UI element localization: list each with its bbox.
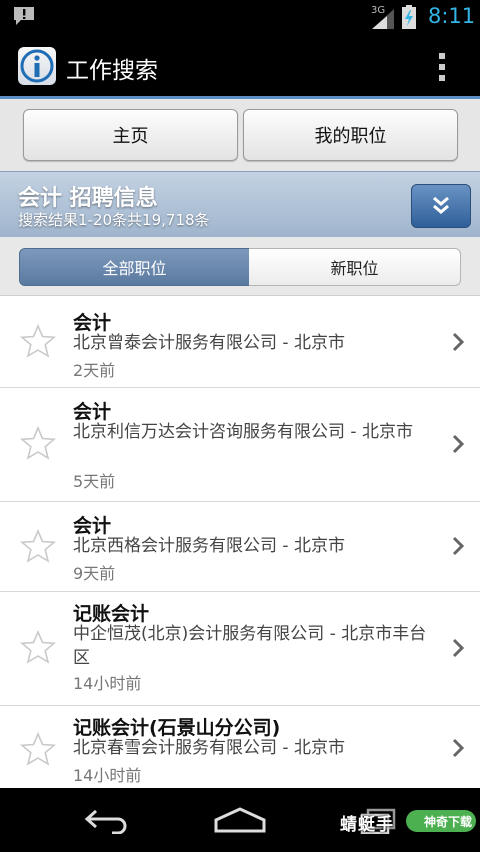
star-icon[interactable]	[20, 426, 56, 460]
signal-icon	[372, 9, 394, 29]
job-age: 5天前	[73, 472, 116, 491]
job-company: 北京曾泰会计服务有限公司 - 北京市	[73, 333, 345, 353]
action-bar: 工作搜索	[0, 34, 480, 99]
tab-all-jobs[interactable]: 全部职位	[19, 248, 250, 286]
job-filter-tabs: 全部职位 新职位	[0, 237, 480, 296]
chevron-right-icon	[452, 536, 465, 556]
clock: 8:11	[428, 4, 476, 28]
status-bar: 3G 8:11	[0, 0, 480, 34]
job-list-item[interactable]: 会计 北京利信万达会计咨询服务有限公司 - 北京市 5天前	[0, 388, 480, 502]
my-jobs-button[interactable]: 我的职位	[243, 109, 458, 161]
app-title: 工作搜索	[66, 58, 158, 84]
chevron-right-icon	[452, 638, 465, 658]
star-icon[interactable]	[20, 529, 56, 563]
system-nav-bar: 蜻蜓手 神奇下载	[0, 788, 480, 852]
job-age: 14小时前	[73, 766, 142, 785]
watermark-badge-text: 神奇下载	[424, 815, 473, 829]
chevron-right-icon	[452, 332, 465, 352]
results-header: 会计 招聘信息 搜索结果1-20条共19,718条	[0, 171, 480, 239]
job-company: 北京西格会计服务有限公司 - 北京市	[73, 536, 345, 556]
results-summary: 搜索结果1-20条共19,718条	[18, 211, 210, 229]
home-icon[interactable]	[214, 807, 266, 833]
job-list-item[interactable]: 会计 北京曾泰会计服务有限公司 - 北京市 2天前	[0, 296, 480, 388]
watermark-badge: 神奇下载	[406, 810, 476, 832]
job-age: 14小时前	[73, 674, 142, 693]
star-icon[interactable]	[20, 630, 56, 664]
star-icon[interactable]	[20, 324, 56, 358]
job-age: 9天前	[73, 564, 116, 583]
home-button[interactable]: 主页	[23, 109, 238, 161]
nav-button-bar: 主页 我的职位	[0, 99, 480, 171]
job-list-item[interactable]: 会计 北京西格会计服务有限公司 - 北京市 9天前	[0, 502, 480, 592]
job-list: 会计 北京曾泰会计服务有限公司 - 北京市 2天前 会计 北京利信万达会计咨询服…	[0, 296, 480, 788]
expand-filters-button[interactable]	[411, 184, 471, 228]
battery-icon	[402, 5, 416, 29]
watermark: 蜻蜓手 神奇下载	[338, 802, 476, 842]
tab-new-jobs[interactable]: 新职位	[249, 248, 461, 286]
back-icon[interactable]	[84, 808, 130, 834]
job-age: 2天前	[73, 361, 116, 380]
app-logo-icon	[18, 47, 56, 85]
job-company: 中企恒茂(北京)会计服务有限公司 - 北京市丰台区	[73, 624, 427, 668]
notification-icon	[14, 7, 34, 25]
job-company: 北京利信万达会计咨询服务有限公司 - 北京市	[73, 422, 413, 442]
results-title: 会计 招聘信息	[18, 186, 158, 211]
overflow-menu-icon[interactable]	[434, 51, 450, 83]
watermark-text: 蜻蜓手	[340, 815, 394, 835]
job-company: 北京春雪会计服务有限公司 - 北京市	[73, 738, 345, 758]
job-list-item[interactable]: 记账会计 中企恒茂(北京)会计服务有限公司 - 北京市丰台区 14小时前	[0, 592, 480, 706]
chevron-right-icon	[452, 434, 465, 454]
job-list-item[interactable]: 记账会计(石景山分公司) 北京春雪会计服务有限公司 - 北京市 14小时前	[0, 706, 480, 788]
star-icon[interactable]	[20, 732, 56, 766]
double-chevron-down-icon	[433, 196, 449, 214]
chevron-right-icon	[452, 738, 465, 758]
